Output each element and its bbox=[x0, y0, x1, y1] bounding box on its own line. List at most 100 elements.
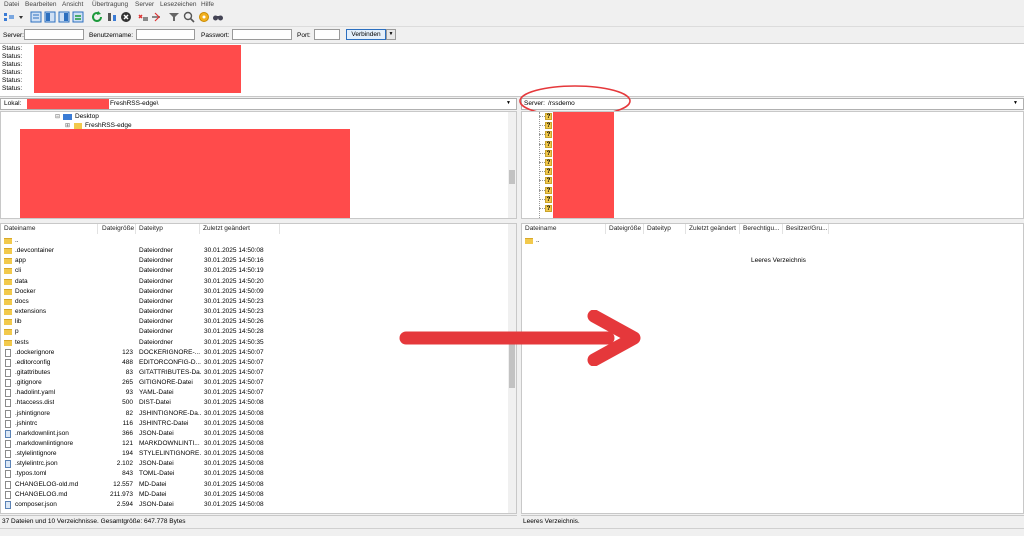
tree-item-desktop[interactable]: Desktop bbox=[75, 113, 99, 120]
column-header-size[interactable]: Dateigröße bbox=[98, 224, 136, 234]
column-header-modified[interactable]: Zuletzt geändert bbox=[200, 224, 280, 234]
table-row[interactable]: .hadolint.yaml 93 YAML-Datei 30.01.2025 14:… bbox=[1, 388, 506, 398]
table-row[interactable]: CHANGELOG-old.md 12.557 MD-Datei 30.01.2025… bbox=[1, 480, 506, 490]
unknown-folder-icon[interactable]: ? bbox=[545, 168, 552, 176]
table-row[interactable]: .markdownlintignore 121 MARKDOWNLINTI... 30… bbox=[1, 439, 506, 449]
file-modified: 30.01.2025 14:50:35 bbox=[204, 338, 264, 346]
unknown-folder-icon[interactable]: ? bbox=[545, 195, 552, 203]
menu-ansicht[interactable]: Ansicht bbox=[62, 1, 83, 8]
connect-history-dropdown[interactable]: ▼ bbox=[386, 29, 396, 40]
process-queue-icon[interactable] bbox=[106, 11, 118, 23]
local-tree-scrollbar[interactable] bbox=[508, 112, 516, 218]
file-modified: 30.01.2025 14:50:08 bbox=[204, 247, 264, 255]
remote-status-text: Leeres Verzeichnis. bbox=[523, 518, 580, 525]
log-line: Status: bbox=[2, 85, 23, 92]
column-header-filename[interactable]: Dateiname bbox=[1, 224, 98, 234]
column-header-permissions[interactable]: Berechtigu... bbox=[740, 224, 783, 234]
tree-toggle-freshrss[interactable]: ⊞ bbox=[65, 122, 70, 129]
remote-file-list: Dateiname Dateigröße Dateityp Zuletzt ge… bbox=[521, 223, 1024, 514]
cancel-icon[interactable] bbox=[120, 11, 132, 23]
reconnect-icon[interactable] bbox=[150, 11, 162, 23]
port-input[interactable] bbox=[314, 29, 340, 40]
sync-browse-icon[interactable] bbox=[198, 11, 210, 23]
remote-path-dropdown-icon[interactable]: ▼ bbox=[1013, 100, 1018, 106]
unknown-folder-icon[interactable]: ? bbox=[545, 140, 552, 148]
menu-hilfe[interactable]: Hilfe bbox=[201, 1, 214, 8]
file-modified: 30.01.2025 14:50:09 bbox=[204, 287, 264, 295]
queue-icon[interactable] bbox=[72, 11, 84, 23]
list-item-parent[interactable]: .. bbox=[522, 236, 1023, 246]
menu-datei[interactable]: Datei bbox=[4, 1, 19, 8]
message-log: Status: Status: Status: Status: Status: … bbox=[0, 43, 1024, 97]
table-row[interactable]: .stylelintrc.json 2.102 JSON-Datei 30.01.20… bbox=[1, 459, 506, 469]
menu-lesezeichen[interactable]: Lesezeichen bbox=[160, 1, 197, 8]
local-tree-scroll-thumb[interactable] bbox=[509, 170, 515, 184]
password-input[interactable] bbox=[232, 29, 292, 40]
username-input[interactable] bbox=[136, 29, 195, 40]
unknown-folder-icon[interactable]: ? bbox=[545, 131, 552, 139]
compare-icon[interactable] bbox=[183, 11, 195, 23]
table-row[interactable]: .devcontainer Dateiordner 30.01.2025 14:50… bbox=[1, 246, 506, 256]
site-manager-dropdown-icon[interactable] bbox=[15, 11, 23, 23]
table-row[interactable]: .stylelintignore 194 STYLELINTIGNORE... 30.… bbox=[1, 449, 506, 459]
server-input[interactable] bbox=[24, 29, 84, 40]
local-path-dropdown-icon[interactable]: ▼ bbox=[506, 100, 511, 106]
table-row[interactable]: .jshintignore 82 JSHINTIGNORE-Da... 30.01.2… bbox=[1, 409, 506, 419]
column-header-type[interactable]: Dateityp bbox=[644, 224, 686, 234]
file-modified: 30.01.2025 14:50:19 bbox=[204, 267, 264, 275]
column-header-modified[interactable]: Zuletzt geändert bbox=[686, 224, 740, 234]
table-row[interactable]: composer.json 2.594 JSON-Datei 30.01.2025 1… bbox=[1, 500, 506, 510]
column-header-filename[interactable]: Dateiname bbox=[522, 224, 606, 234]
log-redaction-box bbox=[34, 45, 241, 93]
username-label: Benutzername: bbox=[89, 32, 134, 39]
unknown-folder-icon[interactable]: ? bbox=[545, 186, 552, 194]
local-list-scrollbar[interactable] bbox=[508, 224, 516, 513]
table-row[interactable]: .typos.toml 843 TOML-Datei 30.01.2025 14:50… bbox=[1, 469, 506, 479]
local-path-bar: Lokal: FreshRSS-edge\ ▼ bbox=[0, 98, 517, 110]
column-header-size[interactable]: Dateigröße bbox=[606, 224, 644, 234]
table-row[interactable]: .markdownlint.json 366 JSON-Datei 30.01.202… bbox=[1, 429, 506, 439]
folder-icon bbox=[4, 258, 12, 265]
menu-uebertragung[interactable]: Übertragung bbox=[92, 1, 128, 8]
connect-button[interactable]: Verbinden bbox=[346, 29, 386, 40]
file-icon bbox=[5, 358, 11, 367]
table-row[interactable]: Docker Dateiordner 30.01.2025 14:50:09 bbox=[1, 287, 506, 297]
tree-toggle-desktop[interactable]: ⊟ bbox=[55, 113, 60, 120]
file-name: cli bbox=[15, 267, 22, 275]
filter-icon[interactable] bbox=[168, 11, 180, 23]
site-manager-icon[interactable] bbox=[3, 11, 15, 23]
table-row[interactable]: CHANGELOG.md 211.973 MD-Datei 30.01.2025 14… bbox=[1, 490, 506, 500]
refresh-icon[interactable] bbox=[91, 11, 103, 23]
table-row[interactable]: .jshintrc 116 JSHINTRC-Datei 30.01.2025 14:… bbox=[1, 419, 506, 429]
table-row[interactable]: app Dateiordner 30.01.2025 14:50:16 bbox=[1, 256, 506, 266]
json-file-icon bbox=[5, 460, 11, 469]
remote-tree-icon[interactable] bbox=[58, 11, 70, 23]
tree-item-freshrss-edge[interactable]: FreshRSS-edge bbox=[85, 122, 132, 129]
unknown-folder-icon[interactable]: ? bbox=[545, 113, 552, 120]
table-row[interactable]: .htaccess.dist 500 DIST-Datei 30.01.2025 14… bbox=[1, 398, 506, 408]
column-header-type[interactable]: Dateityp bbox=[136, 224, 200, 234]
unknown-folder-icon[interactable]: ? bbox=[545, 122, 552, 130]
table-row[interactable]: docs Dateiordner 30.01.2025 14:50:23 bbox=[1, 297, 506, 307]
disconnect-icon[interactable] bbox=[137, 11, 149, 23]
local-path-input[interactable]: FreshRSS-edge\ ▼ bbox=[25, 99, 515, 109]
file-type: Dateiordner bbox=[139, 308, 173, 316]
menu-server[interactable]: Server bbox=[135, 1, 154, 8]
menu-bearbeiten[interactable]: Bearbeiten bbox=[25, 1, 56, 8]
column-header-owner[interactable]: Besitzer/Gru... bbox=[783, 224, 829, 234]
file-modified: 30.01.2025 14:50:08 bbox=[204, 440, 264, 447]
table-row[interactable]: .gitignore 265 GITIGNORE-Datei 30.01.2025 1… bbox=[1, 378, 506, 388]
message-log-icon[interactable] bbox=[30, 11, 42, 23]
table-row[interactable]: cli Dateiordner 30.01.2025 14:50:19 bbox=[1, 266, 506, 276]
unknown-folder-icon[interactable]: ? bbox=[545, 177, 552, 185]
search-icon[interactable] bbox=[212, 11, 224, 23]
unknown-folder-icon[interactable]: ? bbox=[545, 159, 552, 166]
table-row[interactable]: data Dateiordner 30.01.2025 14:50:20 bbox=[1, 277, 506, 287]
file-type: MARKDOWNLINTI... bbox=[139, 440, 200, 447]
table-row[interactable]: .gitattributes 83 GITATTRIBUTES-Da... 30.01… bbox=[1, 368, 506, 378]
file-name: .gitattributes bbox=[15, 368, 51, 376]
unknown-folder-icon[interactable]: ? bbox=[545, 205, 552, 212]
table-row[interactable]: .. bbox=[1, 236, 506, 246]
unknown-folder-icon[interactable]: ? bbox=[545, 149, 552, 157]
local-tree-icon[interactable] bbox=[44, 11, 56, 23]
